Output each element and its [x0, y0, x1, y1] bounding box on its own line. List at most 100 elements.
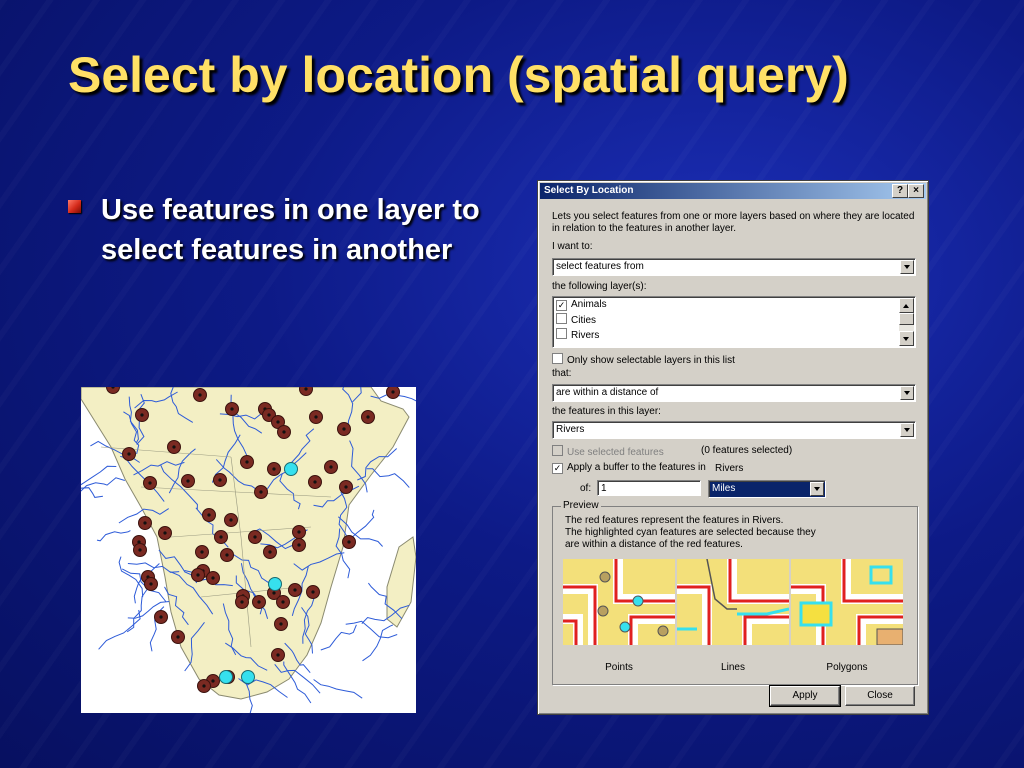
- close-icon[interactable]: ×: [908, 184, 924, 198]
- animal-point-center: [230, 407, 234, 411]
- animal-point-center: [211, 679, 215, 683]
- bullet-item: Use features in one layer to select feat…: [68, 190, 488, 270]
- animal-point-center: [297, 530, 301, 534]
- animal-point-center: [229, 518, 233, 522]
- buffer-units-dropdown[interactable]: Miles: [708, 480, 826, 498]
- help-button[interactable]: ?: [892, 184, 908, 198]
- river-line: [345, 620, 398, 639]
- polygons-preview-icon: [791, 559, 903, 645]
- layer-item-rivers[interactable]: Rivers: [556, 328, 599, 342]
- animal-point-center: [347, 540, 351, 544]
- africa-map-image: [81, 387, 416, 713]
- animal-point-center: [245, 460, 249, 464]
- use-selected-label: Use selected features: [567, 447, 664, 458]
- chevron-down-icon[interactable]: [900, 260, 914, 274]
- buffer-units-value: Miles: [712, 483, 736, 494]
- selection-method-dropdown[interactable]: select features from: [552, 258, 916, 276]
- features-selected-count: (0 features selected): [701, 445, 793, 456]
- animal-point-center: [138, 548, 142, 552]
- selection-method-value: select features from: [556, 261, 644, 272]
- use-selected-checkbox: [552, 445, 563, 456]
- apply-buffer-option[interactable]: ✓ Apply a buffer to the features in: [552, 462, 706, 474]
- animal-point-center: [176, 635, 180, 639]
- layer-name: Rivers: [571, 330, 600, 341]
- buffer-layer-name: Rivers: [715, 463, 744, 474]
- animals-checkbox[interactable]: ✓: [556, 300, 567, 311]
- animal-point-center: [149, 582, 153, 586]
- animal-point-center: [257, 600, 261, 604]
- selected-animal-point: [219, 670, 233, 684]
- scroll-down-icon[interactable]: [899, 331, 914, 346]
- animal-point-center: [163, 531, 167, 535]
- animal-point-center: [279, 622, 283, 626]
- i-want-to-label: I want to:: [552, 241, 593, 252]
- river-line: [81, 465, 117, 486]
- selected-animal-point: [241, 670, 255, 684]
- spatial-relation-value: are within a distance of: [556, 387, 659, 398]
- animal-point-center: [259, 490, 263, 494]
- cities-checkbox[interactable]: [556, 313, 567, 324]
- scroll-thumb[interactable]: [899, 313, 914, 325]
- animal-point-center: [311, 590, 315, 594]
- preview-label-polygons: Polygons: [826, 662, 868, 673]
- layer-item-animals[interactable]: ✓ Animals: [556, 298, 607, 312]
- preview-line-3: are within a distance of the red feature…: [565, 539, 743, 550]
- apply-buffer-checkbox[interactable]: ✓: [552, 463, 563, 474]
- that-label: that:: [552, 368, 572, 379]
- animal-point-center: [148, 481, 152, 485]
- animal-point-center: [202, 684, 206, 688]
- selected-animal-point: [268, 577, 282, 591]
- dialog-titlebar: Select By Location ? ×: [540, 183, 926, 199]
- river-line: [320, 624, 357, 651]
- preview-title: Preview: [561, 500, 601, 511]
- animal-point-center: [267, 413, 271, 417]
- bullet-square-icon: [68, 200, 81, 213]
- animal-point-center: [344, 485, 348, 489]
- close-button[interactable]: Close: [845, 686, 915, 706]
- layer-item-cities[interactable]: Cities: [556, 313, 596, 327]
- animal-point-center: [276, 420, 280, 424]
- bullet-text: Use features in one layer to select feat…: [101, 194, 480, 266]
- river-line: [118, 556, 144, 598]
- animal-point-center: [127, 452, 131, 456]
- animal-point-center: [329, 465, 333, 469]
- dialog-title: Select By Location: [544, 185, 634, 196]
- river-line: [362, 624, 394, 662]
- animal-point-center: [366, 415, 370, 419]
- only-selectable-label: Only show selectable layers in this list: [567, 355, 735, 366]
- preview-groupbox: Preview The red features represent the f…: [552, 500, 918, 685]
- animal-point-center: [186, 479, 190, 483]
- animal-point-center: [268, 550, 272, 554]
- features-layer-dropdown[interactable]: Rivers: [552, 421, 916, 439]
- rivers-checkbox[interactable]: [556, 328, 567, 339]
- layer-name: Cities: [571, 315, 597, 326]
- features-layer-label: the features in this layer:: [552, 406, 661, 417]
- apply-button[interactable]: Apply: [769, 685, 841, 707]
- layer-name: Animals: [571, 299, 607, 310]
- animal-point-center: [276, 653, 280, 657]
- only-selectable-option[interactable]: Only show selectable layers in this list: [552, 353, 735, 367]
- lines-preview-icon: [677, 559, 789, 645]
- animal-point-center: [240, 600, 244, 604]
- apply-buffer-label: Apply a buffer to the features in: [567, 462, 706, 473]
- slide-title: Select by location (spatial query): [68, 47, 849, 103]
- chevron-down-icon[interactable]: [900, 423, 914, 437]
- layers-scrollbar[interactable]: [899, 298, 914, 346]
- scroll-up-icon[interactable]: [899, 298, 914, 313]
- animal-point-center: [196, 573, 200, 577]
- only-selectable-checkbox[interactable]: [552, 353, 563, 364]
- preview-line-2: The highlighted cyan features are select…: [565, 527, 816, 538]
- layers-listbox[interactable]: ✓ Animals Cities Rivers: [552, 296, 916, 348]
- africa-map-icon: [81, 387, 416, 713]
- chevron-down-icon[interactable]: [900, 386, 914, 400]
- spatial-relation-dropdown[interactable]: are within a distance of: [552, 384, 916, 402]
- buffer-distance-input[interactable]: 1: [597, 480, 701, 496]
- animal-point-center: [253, 535, 257, 539]
- animal-point-center: [218, 478, 222, 482]
- chevron-down-icon[interactable]: [810, 482, 824, 496]
- animal-point-center: [314, 415, 318, 419]
- animal-point-center: [200, 550, 204, 554]
- animal-point-center: [304, 387, 308, 391]
- animal-point-center: [272, 591, 276, 595]
- preview-line-1: The red features represent the features …: [565, 515, 784, 526]
